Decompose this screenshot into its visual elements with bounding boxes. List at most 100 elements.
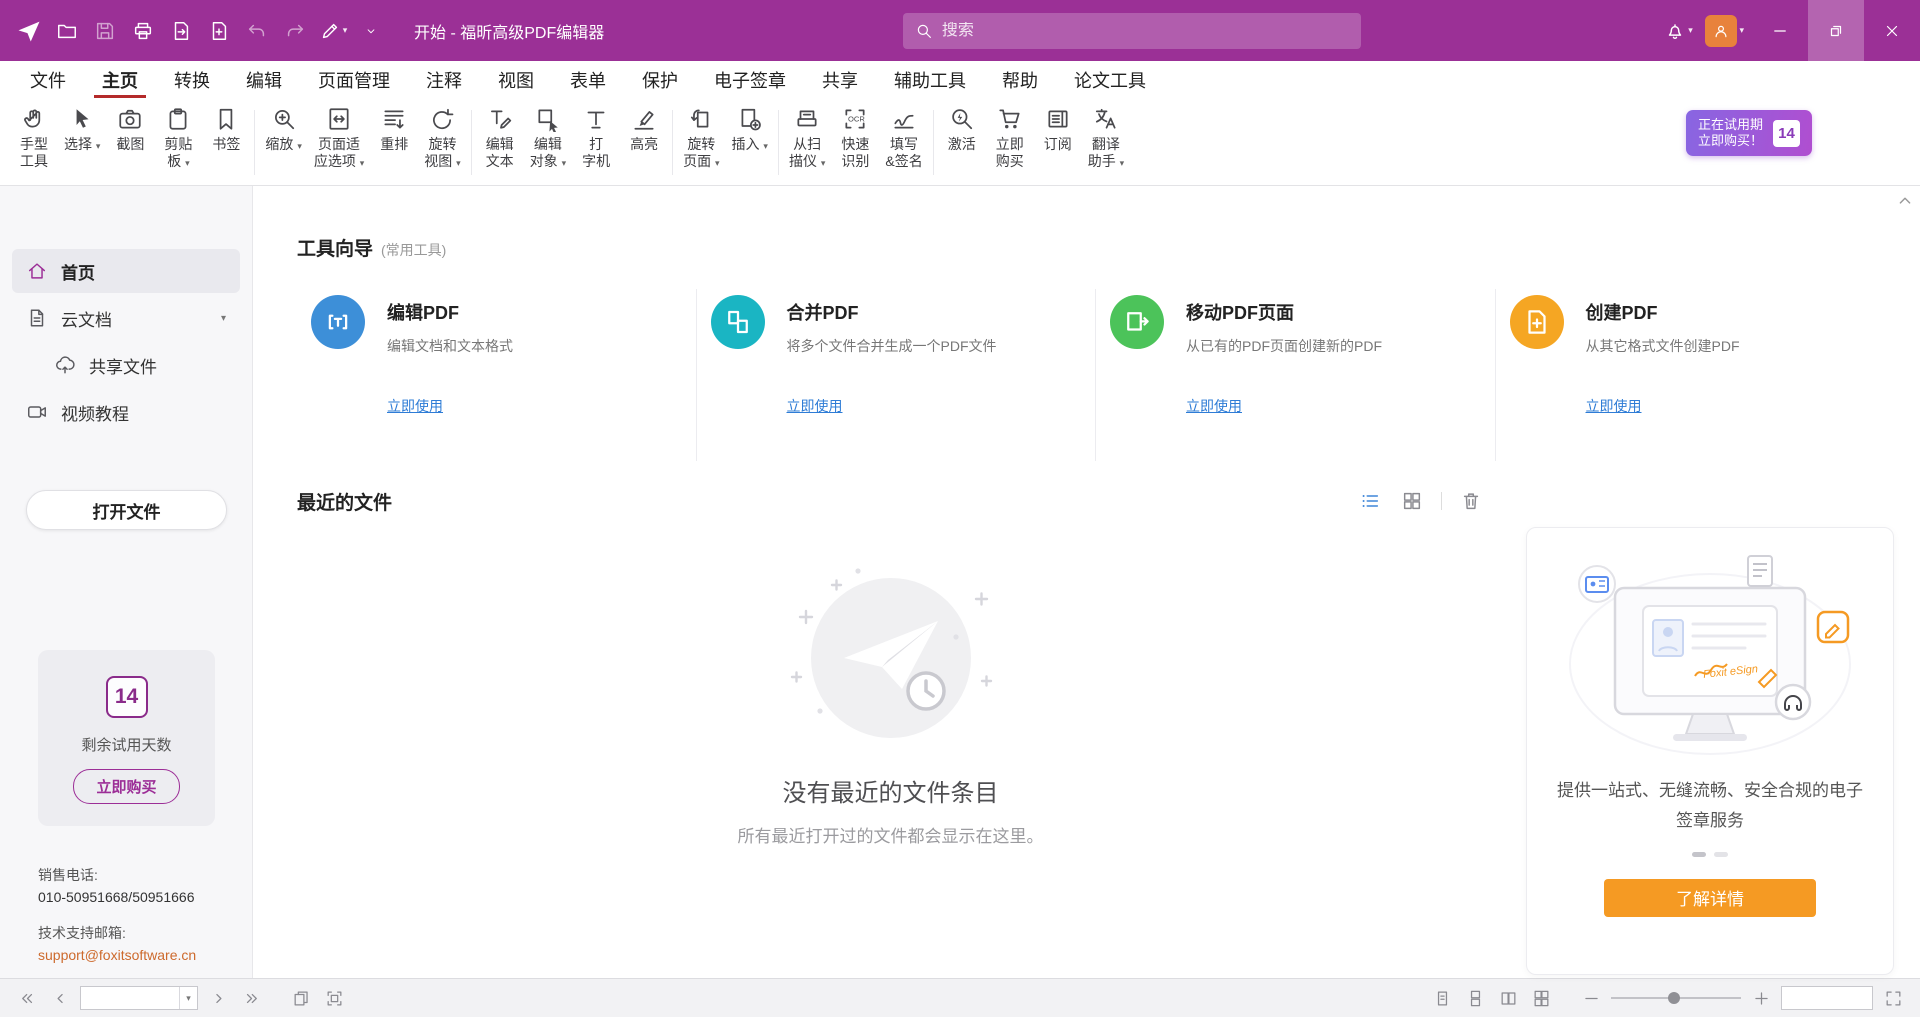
sales-phone-number: 010-50951668/50951666 [38, 886, 196, 908]
account-menu[interactable]: ▾ [1705, 15, 1744, 47]
sidebar-item-clouddoc[interactable]: 云文档▾ [12, 296, 240, 340]
trial-badge[interactable]: 正在试用期 立即购买！ 14 [1686, 110, 1812, 156]
ribbon-tool-cart[interactable]: 立即 购买 [986, 104, 1034, 172]
grid-view-button[interactable] [1399, 488, 1425, 514]
zoom-slider[interactable] [1611, 988, 1741, 1008]
ribbon-tool-edittext[interactable]: 编辑 文本 [476, 104, 524, 172]
next-page-button[interactable] [205, 985, 231, 1011]
menu-tab[interactable]: 保护 [624, 61, 696, 98]
ribbon-tool-activate[interactable]: 激活 [938, 104, 986, 155]
notifications-bell-icon[interactable]: ▾ [1659, 11, 1697, 51]
open-file-button[interactable]: 打开文件 [26, 490, 227, 530]
support-email-label: 技术支持邮箱: [38, 922, 196, 944]
use-now-link[interactable]: 立即使用 [387, 396, 513, 416]
page-number-input[interactable] [81, 987, 179, 1009]
use-now-link[interactable]: 立即使用 [1186, 396, 1382, 416]
menu-tab[interactable]: 论文工具 [1056, 61, 1164, 98]
ribbon-tool-label: 从扫 描仪 ▾ [789, 136, 825, 172]
ribbon-tool-editobj[interactable]: 编辑 对象 ▾ [524, 104, 572, 174]
prev-page-button[interactable] [47, 985, 73, 1011]
scroll-up-icon[interactable] [1894, 190, 1916, 212]
carousel-dot-active[interactable] [1692, 852, 1706, 857]
menu-tab[interactable]: 注释 [408, 61, 480, 98]
minimize-button[interactable] [1752, 0, 1808, 61]
ribbon-tool-hand[interactable]: 手型 工具 [10, 104, 58, 172]
continuous-view-button[interactable] [1462, 985, 1488, 1011]
ribbon-tool-scanner[interactable]: 从扫 描仪 ▾ [783, 104, 831, 174]
ribbon-tool-reflow[interactable]: 重排 [370, 104, 418, 155]
ribbon-tool-rotview[interactable]: 旋转 视图 ▾ [418, 104, 466, 174]
search-input[interactable] [942, 22, 1349, 40]
first-page-button[interactable] [14, 985, 40, 1011]
ribbon-tool-highlight[interactable]: 高亮 [620, 104, 668, 155]
clone-view-icon[interactable] [288, 985, 314, 1011]
close-button[interactable] [1864, 0, 1920, 61]
print-icon[interactable] [124, 11, 162, 51]
list-view-button[interactable] [1357, 488, 1383, 514]
carousel-dot[interactable] [1714, 852, 1728, 857]
full-screen-button[interactable] [1880, 985, 1906, 1011]
menu-tab[interactable]: 帮助 [984, 61, 1056, 98]
open-icon[interactable] [48, 11, 86, 51]
tool-card-edit-pdf[interactable]: 编辑PDF编辑文档和文本格式立即使用 [297, 289, 697, 461]
ribbon-tool-translate[interactable]: 翻译 助手 ▾ [1082, 104, 1130, 174]
sidebar-item-sharecloud[interactable]: 共享文件 [40, 343, 240, 387]
ribbon-tool-bookmark[interactable]: 书签 [202, 104, 250, 155]
sidebar-item-home[interactable]: 首页 [12, 249, 240, 293]
ribbon-tool-cursor[interactable]: 选择 ▾ [58, 104, 106, 157]
ribbon-tool-label: 高亮 [630, 136, 658, 153]
menu-tab[interactable]: 表单 [552, 61, 624, 98]
clear-recent-button[interactable] [1458, 488, 1484, 514]
search-box[interactable] [903, 13, 1361, 49]
menu-tab[interactable]: 页面管理 [300, 61, 408, 98]
use-now-link[interactable]: 立即使用 [787, 396, 997, 416]
ribbon-tool-insert[interactable]: 插入 ▾ [726, 104, 774, 157]
zoom-out-button[interactable] [1578, 985, 1604, 1011]
sidebar-item-video[interactable]: 视频教程 [12, 390, 240, 434]
facing-continuous-view-button[interactable] [1528, 985, 1554, 1011]
save-icon[interactable] [86, 11, 124, 51]
menu-tab[interactable]: 主页 [84, 61, 156, 98]
zoom-level-input[interactable] [1782, 987, 1872, 1009]
restore-button[interactable] [1808, 0, 1864, 61]
tool-card-move-pdf-pages[interactable]: 移动PDF页面从已有的PDF页面创建新的PDF立即使用 [1096, 289, 1496, 461]
menu-tab[interactable]: 视图 [480, 61, 552, 98]
dropdown-arrow-icon: ▾ [763, 141, 768, 151]
ribbon-tool-zoom[interactable]: 缩放 ▾ [259, 104, 307, 157]
menu-tab[interactable]: 转换 [156, 61, 228, 98]
menu-tab[interactable]: 共享 [804, 61, 876, 98]
move-pdf-pages-icon [1110, 295, 1164, 349]
ribbon-tool-clipboard[interactable]: 剪贴 板 ▾ [154, 104, 202, 174]
ribbon-tool-ocr[interactable]: 快速 识别 [831, 104, 879, 172]
ribbon-tool-fitpage[interactable]: 页面适 应选项 ▾ [308, 104, 370, 174]
create-pdf-icon[interactable] [200, 11, 238, 51]
customize-toolbar-icon[interactable] [352, 11, 390, 51]
buy-now-button[interactable]: 立即购买 [73, 769, 179, 804]
tool-card-create-pdf[interactable]: 创建PDF从其它格式文件创建PDF立即使用 [1496, 289, 1895, 461]
ribbon-tool-news[interactable]: 订阅 [1034, 104, 1082, 155]
zoom-slider-thumb[interactable] [1668, 992, 1680, 1004]
support-email-link[interactable]: support@foxitsoftware.cn [38, 947, 196, 963]
undo-icon[interactable] [238, 11, 276, 51]
last-page-button[interactable] [238, 985, 264, 1011]
tool-card-merge-pdf[interactable]: 合并PDF将多个文件合并生成一个PDF文件立即使用 [697, 289, 1097, 461]
ribbon-tool-camera[interactable]: 截图 [106, 104, 154, 155]
facing-view-button[interactable] [1495, 985, 1521, 1011]
learn-more-button[interactable]: 了解详情 [1604, 879, 1816, 917]
menu-tab[interactable]: 文件 [12, 61, 84, 98]
ribbon-tool-rotpages[interactable]: 旋转 页面 ▾ [677, 104, 725, 174]
ribbon-tool-sign[interactable]: 填写 &签名 [879, 104, 928, 172]
menu-tab[interactable]: 编辑 [228, 61, 300, 98]
redo-icon[interactable] [276, 11, 314, 51]
menu-tab[interactable]: 电子签章 [696, 61, 804, 98]
use-now-link[interactable]: 立即使用 [1586, 396, 1740, 416]
snapshot-icon[interactable] [321, 985, 347, 1011]
export-pdf-icon[interactable] [162, 11, 200, 51]
esign-quick-icon[interactable]: ▾ [314, 11, 352, 51]
single-page-view-button[interactable] [1429, 985, 1455, 1011]
carousel-dots[interactable] [1692, 852, 1728, 857]
page-dropdown-button[interactable]: ▾ [179, 987, 197, 1009]
menu-tab[interactable]: 辅助工具 [876, 61, 984, 98]
zoom-in-button[interactable] [1748, 985, 1774, 1011]
ribbon-tool-typewriter[interactable]: 打 字机 [572, 104, 620, 172]
